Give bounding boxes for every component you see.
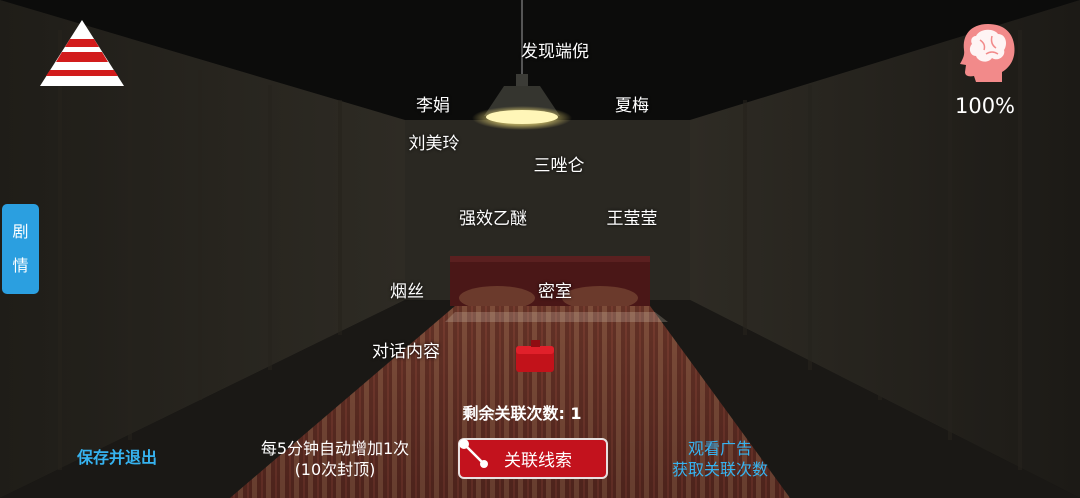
auto-increase-line-1: 每5分钟自动增加1次 <box>260 439 410 458</box>
story-tab-button[interactable]: 剧 情 <box>2 204 39 294</box>
watch-ad-line-2: 获取关联次数 <box>671 460 769 479</box>
auto-increase-line-2: (10次封顶) <box>294 460 376 479</box>
clue-secret-room[interactable]: 密室 <box>538 277 572 302</box>
game-screen: 100% 剧 情 发现端倪 李娟 夏梅 刘美玲 三唑仑 强效乙醚 王莹莹 烟丝 … <box>0 0 1080 498</box>
story-tab-char-2: 情 <box>12 256 29 275</box>
clue-xia-mei[interactable]: 夏梅 <box>615 91 649 116</box>
clue-tobacco[interactable]: 烟丝 <box>390 277 424 302</box>
story-tab-char-1: 剧 <box>12 222 29 241</box>
link-clues-label: 关联线索 <box>504 451 572 471</box>
sanity-percent: 100% <box>954 94 1016 118</box>
brain-head-icon <box>960 24 1015 82</box>
clue-wang-yingying[interactable]: 王莹莹 <box>607 204 658 229</box>
clue-triazolam[interactable]: 三唑仑 <box>534 151 585 176</box>
watch-ad-button[interactable]: 观看广告 获取关联次数 <box>672 438 768 480</box>
clue-ether[interactable]: 强效乙醚 <box>459 204 527 229</box>
clue-li-juan[interactable]: 李娟 <box>416 91 450 116</box>
save-and-exit-button[interactable]: 保存并退出 <box>77 444 157 468</box>
clue-discover[interactable]: 发现端倪 <box>521 37 589 62</box>
auto-increase-info: 每5分钟自动增加1次 (10次封顶) <box>261 438 409 480</box>
clue-dialogue[interactable]: 对话内容 <box>372 337 440 362</box>
remaining-link-count: 剩余关联次数: 1 <box>462 404 582 423</box>
watch-ad-line-1: 观看广告 <box>687 439 753 458</box>
link-pin-icon <box>459 439 488 468</box>
pyramid-menu-icon[interactable] <box>38 18 126 88</box>
link-clues-button[interactable]: 关联线索 <box>458 438 608 479</box>
clue-liu-meiling[interactable]: 刘美玲 <box>409 129 460 154</box>
